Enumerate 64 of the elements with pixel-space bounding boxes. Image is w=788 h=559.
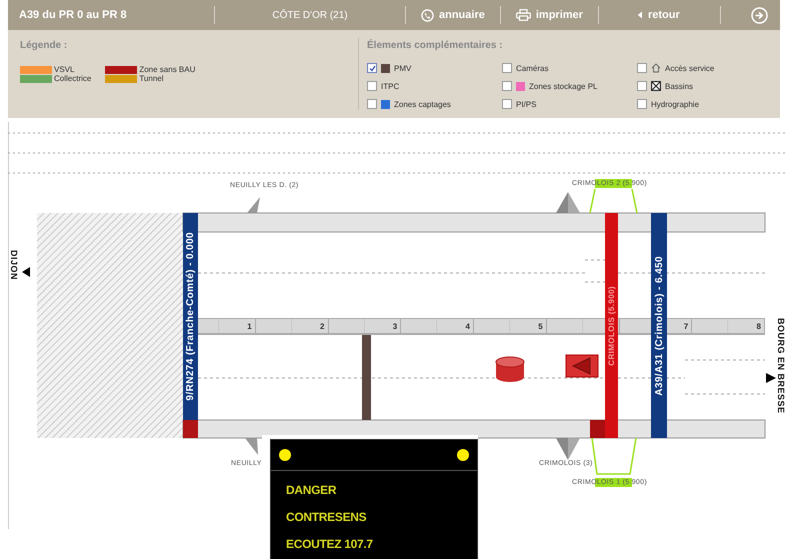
caret-left-icon bbox=[636, 11, 643, 19]
back-link[interactable]: retour bbox=[598, 9, 720, 21]
print-link[interactable]: imprimer bbox=[500, 9, 598, 21]
checkbox[interactable] bbox=[637, 99, 647, 109]
arrow-right-icon bbox=[766, 373, 776, 383]
destination-label: BOURG EN BRESSE bbox=[776, 318, 786, 414]
phone-icon bbox=[421, 8, 434, 22]
option-label: Accès service bbox=[665, 64, 714, 72]
legend-title: Légende : bbox=[20, 40, 68, 51]
lamp-icon bbox=[279, 449, 291, 461]
sign-text: CONTRESENS bbox=[286, 509, 368, 525]
pr-number: 7 bbox=[684, 322, 688, 330]
option-label: PI/PS bbox=[516, 100, 536, 108]
legend-label: VSVL bbox=[54, 65, 76, 74]
checkbox[interactable] bbox=[502, 81, 512, 91]
option-label: Bassins bbox=[665, 82, 694, 90]
pr-number: 5 bbox=[538, 322, 543, 330]
checkbox[interactable] bbox=[502, 63, 512, 73]
checkbox[interactable] bbox=[637, 63, 647, 73]
checkbox[interactable] bbox=[367, 81, 377, 91]
legend-label: Zone sans BAU bbox=[139, 65, 196, 74]
junction-bar[interactable]: 9/RN274 (Franche-Comté) - 0.000 bbox=[183, 213, 198, 420]
triangle-marker bbox=[245, 438, 258, 455]
cylinder-icon[interactable] bbox=[496, 356, 524, 382]
arrow-circle-icon[interactable] bbox=[751, 6, 768, 24]
lamp-icon bbox=[457, 449, 469, 461]
extras-title: Élements complémentaires : bbox=[367, 40, 504, 51]
zone-marker bbox=[590, 420, 605, 438]
option-label: PMV bbox=[394, 64, 412, 72]
option-label: Hydrographie bbox=[651, 100, 700, 108]
sign-text: ECOUTEZ 107.7 bbox=[286, 536, 374, 552]
arrow-left-icon bbox=[22, 267, 30, 277]
printer-icon bbox=[516, 9, 531, 21]
checkbox[interactable] bbox=[502, 99, 512, 109]
directory-link[interactable]: annuaire bbox=[406, 8, 500, 22]
legend-label: Collectrice bbox=[54, 74, 92, 83]
option-label: Caméras bbox=[516, 64, 548, 72]
junction-bar[interactable]: A39/A31 (Crimolois) - 6.450 bbox=[651, 213, 667, 438]
option-label: Zones captages bbox=[394, 100, 451, 108]
ramp-outline bbox=[591, 438, 637, 475]
page-title: A39 du PR 0 au PR 8 bbox=[18, 9, 128, 21]
junction-bar[interactable]: CRIMOLOIS (5.900) bbox=[605, 213, 618, 438]
crossed-box-icon bbox=[651, 81, 661, 91]
option-label: ITPC bbox=[381, 82, 400, 90]
pr-number: 2 bbox=[320, 322, 324, 330]
region-label: CÔTE D'OR (21) bbox=[271, 10, 349, 20]
pyramid-marker bbox=[556, 192, 580, 213]
pr-number: 4 bbox=[466, 322, 470, 330]
pr-number: 1 bbox=[247, 322, 252, 330]
warning-sign-icon[interactable] bbox=[566, 354, 598, 378]
pr-number: 8 bbox=[756, 322, 761, 330]
pr-number: 3 bbox=[392, 322, 398, 330]
house-icon bbox=[651, 63, 661, 73]
legend-label: Tunnel bbox=[139, 74, 165, 83]
checkbox[interactable] bbox=[367, 99, 377, 109]
option-label: Zones stockage PL bbox=[529, 82, 598, 90]
triangle-marker bbox=[247, 197, 260, 213]
pyramid-marker bbox=[556, 438, 580, 460]
checkbox[interactable] bbox=[637, 81, 647, 91]
destination-label: DIJON bbox=[9, 250, 19, 280]
sign-text: DANGER bbox=[286, 482, 338, 498]
checkbox[interactable] bbox=[367, 63, 377, 73]
zone-marker bbox=[183, 420, 198, 438]
ramp-outline bbox=[589, 188, 638, 214]
